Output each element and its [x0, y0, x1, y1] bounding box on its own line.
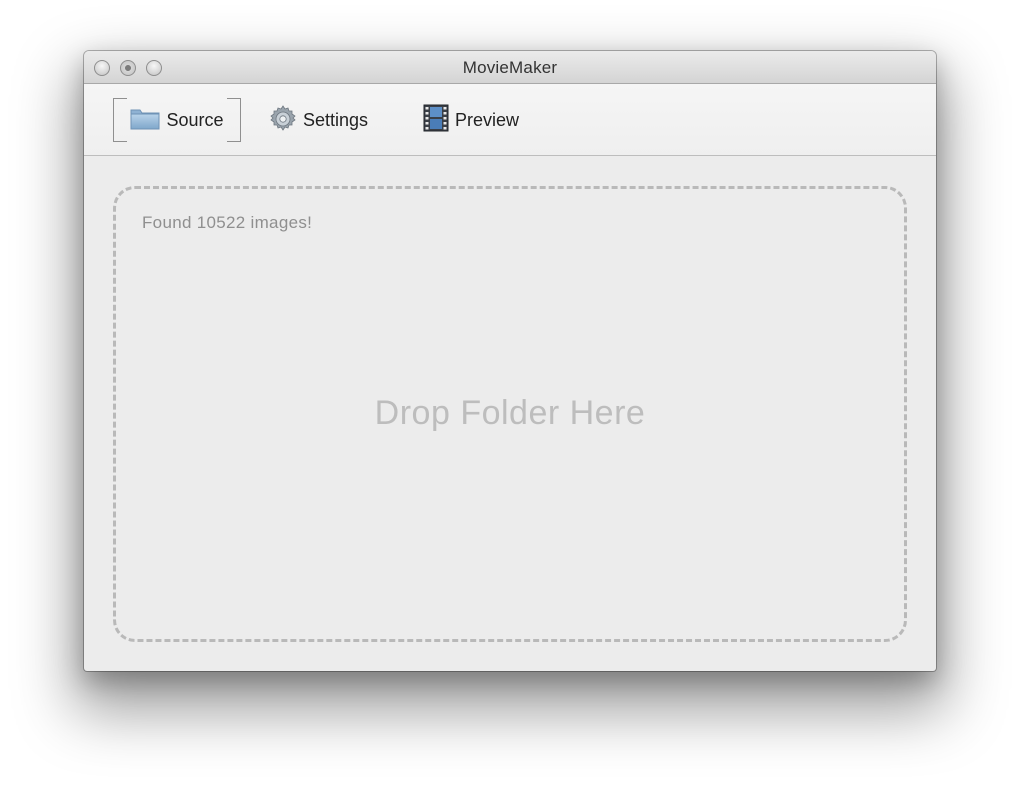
toolbar-source-label: Source [166, 109, 224, 130]
drop-folder-prompt: Drop Folder Here [374, 394, 646, 432]
window-title: MovieMaker [462, 58, 558, 77]
toolbar-preview-button[interactable]: Preview [423, 98, 519, 142]
folder-drop-zone[interactable]: Found 10522 images! Drop Folder Here [113, 186, 907, 642]
toolbar-settings-button[interactable]: Settings [269, 98, 368, 142]
gear-icon [269, 104, 297, 137]
folder-icon [130, 106, 160, 135]
toolbar-settings-label: Settings [303, 109, 369, 130]
title-bar[interactable]: MovieMaker [84, 51, 936, 84]
film-icon [423, 104, 449, 137]
toolbar: Source Settings Preview [84, 84, 936, 156]
toolbar-preview-label: Preview [455, 109, 520, 130]
desktop-background: MovieMaker Source Settings Preview Found… [0, 0, 1020, 788]
moviemaker-window: MovieMaker Source Settings Preview Found… [84, 51, 936, 671]
toolbar-source-button[interactable]: Source [113, 98, 241, 142]
image-count-status: Found 10522 images! [142, 213, 313, 232]
